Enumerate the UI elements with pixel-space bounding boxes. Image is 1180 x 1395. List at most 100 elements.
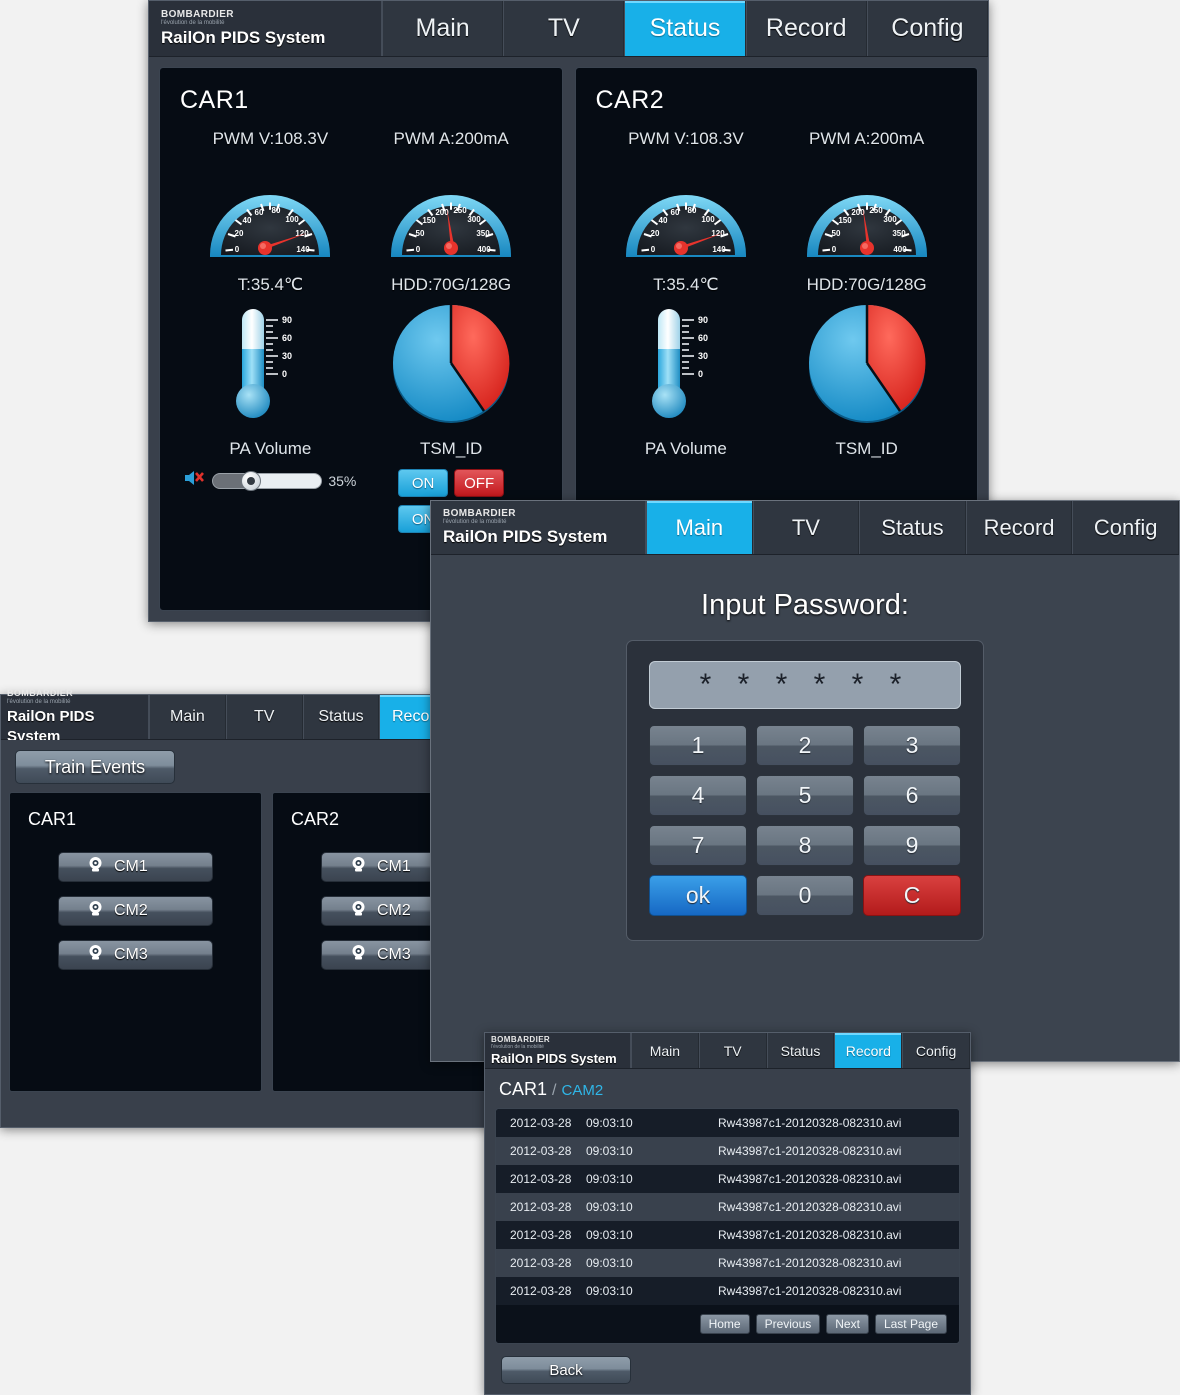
current-gauge: 0 50 150 200 250 300 350 400: [803, 155, 931, 259]
key-6[interactable]: 6: [863, 775, 961, 816]
car2-pa-volume: PA Volume: [596, 439, 777, 469]
camera-icon: [87, 856, 104, 878]
back-button[interactable]: Back: [501, 1356, 631, 1384]
svg-text:0: 0: [651, 245, 656, 254]
svg-text:60: 60: [698, 333, 708, 343]
tab-status[interactable]: Status: [766, 1033, 835, 1068]
svg-text:200: 200: [851, 208, 865, 217]
hdd-pie-chart: [389, 301, 513, 425]
camera-button-cm2[interactable]: CM2: [58, 896, 213, 926]
svg-text:140: 140: [297, 245, 311, 254]
tab-main[interactable]: Main: [646, 501, 753, 554]
brand-logo: BOMBARDIER l'évolution de la mobilité Ra…: [149, 1, 382, 56]
current-gauge: 0 50 150 200 250 300 350 400: [387, 155, 515, 259]
car1-temperature-label: T:35.4℃: [237, 275, 304, 294]
camera-icon: [87, 944, 104, 966]
camera-label: CM1: [377, 858, 411, 875]
camera-button-cm3[interactable]: CM3: [58, 940, 213, 970]
password-card: * * * * * * 1 2 3 4 5 6 7 8 9 ok 0 C: [626, 640, 984, 941]
row-file: Rw43987c1-20120328-082310.avi: [718, 1116, 902, 1130]
camera-icon: [350, 900, 367, 922]
table-row[interactable]: 2012-03-28 09:03:10 Rw43987c1-20120328-0…: [496, 1277, 959, 1305]
pager-next-button[interactable]: Next: [826, 1314, 869, 1334]
tab-main[interactable]: Main: [631, 1033, 699, 1068]
row-file: Rw43987c1-20120328-082310.avi: [718, 1200, 902, 1214]
pager-home-button[interactable]: Home: [699, 1314, 750, 1334]
svg-text:30: 30: [282, 351, 292, 361]
table-row[interactable]: 2012-03-28 09:03:10 Rw43987c1-20120328-0…: [496, 1137, 959, 1165]
tab-record[interactable]: Record: [965, 501, 1073, 554]
numeric-keypad: 1 2 3 4 5 6 7 8 9 ok 0 C: [649, 725, 961, 916]
svg-text:0: 0: [416, 245, 421, 254]
row-time: 09:03:10: [586, 1228, 633, 1242]
tab-status[interactable]: Status: [302, 695, 380, 739]
tab-tv[interactable]: TV: [698, 1033, 767, 1068]
key-5[interactable]: 5: [756, 775, 854, 816]
table-row[interactable]: 2012-03-28 09:03:10 Rw43987c1-20120328-0…: [496, 1249, 959, 1277]
brand-line1: BOMBARDIER: [161, 9, 234, 20]
tab-record[interactable]: Record: [745, 1, 867, 56]
camera-label: CM1: [114, 858, 148, 875]
table-row[interactable]: 2012-03-28 09:03:10 Rw43987c1-20120328-0…: [496, 1193, 959, 1221]
thermometer-icon: 90 60 30 0: [222, 301, 318, 423]
tsm-on-button[interactable]: ON: [398, 469, 449, 497]
table-row[interactable]: 2012-03-28 09:03:10 Rw43987c1-20120328-0…: [496, 1165, 959, 1193]
tsm-off-button[interactable]: OFF: [454, 469, 505, 497]
key-2[interactable]: 2: [756, 725, 854, 766]
row-time: 09:03:10: [586, 1144, 633, 1158]
row-file: Rw43987c1-20120328-082310.avi: [718, 1172, 902, 1186]
tab-status[interactable]: Status: [859, 501, 966, 554]
tab-tv[interactable]: TV: [225, 695, 303, 739]
svg-text:60: 60: [670, 208, 679, 217]
camera-icon: [87, 900, 104, 922]
tab-record[interactable]: Record: [834, 1033, 903, 1068]
car1-tsm-label: TSM_ID: [419, 439, 483, 458]
recording-table: 2012-03-28 09:03:10 Rw43987c1-20120328-0…: [495, 1108, 960, 1344]
key-0[interactable]: 0: [756, 875, 854, 916]
brand-line1: BOMBARDIER: [7, 687, 73, 698]
tsm-row: ON OFF: [398, 469, 505, 497]
breadcrumb-car[interactable]: CAR1: [499, 1079, 547, 1099]
tab-config[interactable]: Config: [902, 1033, 970, 1068]
password-title: Input Password:: [701, 589, 909, 621]
key-clear[interactable]: C: [863, 875, 961, 916]
car2-hdd: HDD:70G/128G: [776, 275, 957, 425]
tab-status[interactable]: Status: [624, 1, 746, 56]
train-events-button[interactable]: Train Events: [15, 750, 175, 784]
key-9[interactable]: 9: [863, 825, 961, 866]
brand-logo: BOMBARDIER l'évolution de la mobilité Ra…: [431, 501, 646, 554]
tab-main[interactable]: Main: [149, 695, 226, 739]
key-ok[interactable]: ok: [649, 875, 747, 916]
car1-camera-panel: CAR1 CM1 CM2 CM3: [9, 792, 262, 1092]
password-window: BOMBARDIER l'évolution de la mobilité Ra…: [430, 500, 1180, 1062]
camera-button-cm1[interactable]: CM1: [58, 852, 213, 882]
tab-tv[interactable]: TV: [503, 1, 625, 56]
tab-config[interactable]: Config: [866, 1, 989, 56]
key-7[interactable]: 7: [649, 825, 747, 866]
key-4[interactable]: 4: [649, 775, 747, 816]
tab-main[interactable]: Main: [382, 1, 504, 56]
table-row[interactable]: 2012-03-28 09:03:10 Rw43987c1-20120328-0…: [496, 1221, 959, 1249]
pa-volume-knob[interactable]: [241, 470, 262, 491]
mute-speaker-icon[interactable]: [184, 469, 206, 492]
car1-camera-title: CAR1: [28, 809, 77, 829]
breadcrumb-camera[interactable]: CAM2: [562, 1082, 604, 1099]
tab-tv[interactable]: TV: [752, 501, 860, 554]
pa-volume-slider[interactable]: [212, 470, 323, 491]
table-row[interactable]: 2012-03-28 09:03:10 Rw43987c1-20120328-0…: [496, 1109, 959, 1137]
key-8[interactable]: 8: [756, 825, 854, 866]
tab-config[interactable]: Config: [1072, 501, 1179, 554]
pager-previous-button[interactable]: Previous: [755, 1314, 821, 1334]
svg-text:250: 250: [869, 206, 883, 215]
car2-tsm-label: TSM_ID: [835, 439, 898, 458]
svg-text:100: 100: [701, 215, 715, 224]
titlebar: BOMBARDIER l'évolution de la mobilité Ra…: [431, 501, 1179, 555]
password-input[interactable]: * * * * * *: [649, 661, 961, 709]
car1-pa-volume-label: PA Volume: [229, 439, 312, 458]
key-3[interactable]: 3: [863, 725, 961, 766]
row-file: Rw43987c1-20120328-082310.avi: [718, 1228, 902, 1242]
breadcrumb-separator: /: [552, 1082, 557, 1099]
pager-last-page-button[interactable]: Last Page: [874, 1314, 947, 1334]
svg-text:100: 100: [286, 215, 300, 224]
key-1[interactable]: 1: [649, 725, 747, 766]
